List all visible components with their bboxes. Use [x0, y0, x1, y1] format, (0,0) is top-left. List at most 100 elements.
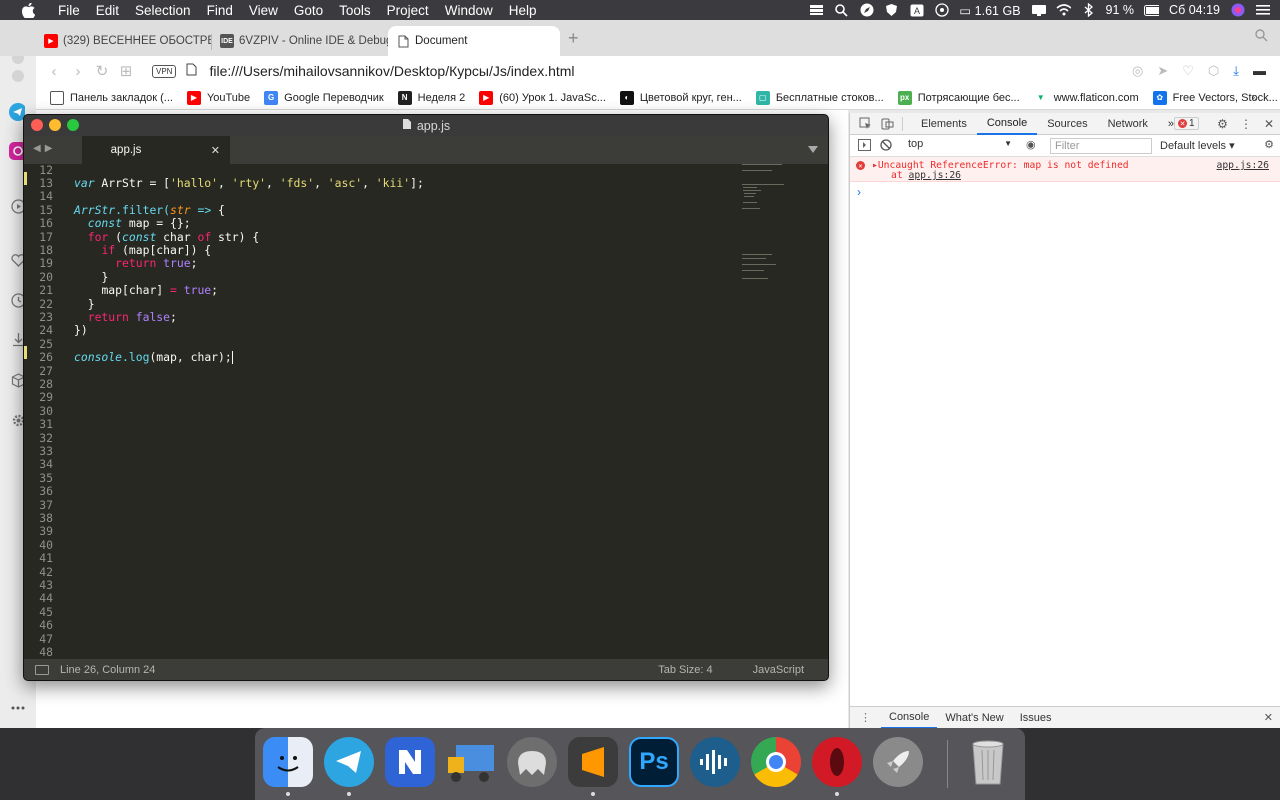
- close-drawer-icon[interactable]: ✕: [1264, 711, 1273, 724]
- bookmark-item[interactable]: N Неделя 2: [397, 90, 465, 105]
- url-field[interactable]: file:///Users/mihailovsannikov/Desktop/К…: [209, 63, 574, 79]
- menu-file[interactable]: File: [50, 3, 88, 18]
- syntax-selector[interactable]: JavaScript: [753, 664, 804, 676]
- menu-selection[interactable]: Selection: [127, 3, 199, 18]
- battery-saver-icon[interactable]: ▬: [1253, 63, 1266, 79]
- notion-icon[interactable]: [385, 737, 435, 787]
- photoshop-icon[interactable]: Ps: [629, 737, 679, 787]
- wifi-icon[interactable]: [1056, 4, 1071, 17]
- display-icon[interactable]: [1031, 4, 1046, 17]
- devtools-tab-network[interactable]: Network: [1098, 113, 1158, 135]
- error-source-link[interactable]: app.js:26: [1217, 160, 1270, 171]
- kebab-menu-icon[interactable]: ⋮: [1240, 117, 1252, 131]
- drawer-tab-issues[interactable]: Issues: [1012, 712, 1060, 724]
- devtools-tab-console[interactable]: Console: [976, 113, 1038, 135]
- battery-icon[interactable]: [1144, 4, 1160, 17]
- shield-icon[interactable]: [884, 4, 899, 17]
- devtools-tab-sources[interactable]: Sources: [1037, 113, 1097, 135]
- drawer-tab-whats-new[interactable]: What's New: [937, 712, 1011, 724]
- console-filter-input[interactable]: Filter: [1050, 138, 1152, 154]
- code-editor[interactable]: 12 13 14 15 16 17 18 19 20 21 22 23 24 25 26 27 28 29 30 31…: [24, 164, 828, 660]
- bluetooth-icon[interactable]: [1081, 3, 1096, 17]
- finder-icon[interactable]: [263, 737, 313, 796]
- bookmark-item[interactable]: Панель закладок (...: [50, 90, 173, 105]
- window-dot-icon[interactable]: [10, 68, 26, 84]
- cube-icon[interactable]: ⬡: [1208, 63, 1219, 79]
- menu-tools[interactable]: Tools: [331, 3, 379, 18]
- bookmarks-more-button[interactable]: »: [1251, 90, 1258, 104]
- reload-icon[interactable]: ↻: [90, 59, 114, 83]
- sublime-text-icon[interactable]: [568, 737, 618, 796]
- browser-tab-ide[interactable]: IDE 6VZPIV - Online IDE & Debugg: [212, 26, 388, 56]
- sidebar-toggle-icon[interactable]: [858, 139, 871, 154]
- sequel-pro-icon[interactable]: [507, 737, 557, 787]
- trash-icon[interactable]: [963, 737, 1013, 787]
- forward-arrow-icon[interactable]: ›: [66, 59, 90, 83]
- menu-window[interactable]: Window: [437, 3, 501, 18]
- close-tab-icon[interactable]: ✕: [211, 144, 220, 157]
- rocket-icon[interactable]: [873, 737, 923, 787]
- settings-gear-icon[interactable]: ⚙: [1217, 117, 1228, 131]
- browser-tab-youtube[interactable]: ▶ (329) ВЕСЕННЕЕ ОБОСТРЕНИ: [36, 26, 212, 56]
- download-icon[interactable]: ⤓: [1233, 63, 1239, 79]
- bookmark-item[interactable]: ▶ (60) Урок 1. JavaSc...: [479, 90, 606, 105]
- menu-edit[interactable]: Edit: [88, 3, 127, 18]
- bookmark-item[interactable]: ▼ www.flaticon.com: [1033, 90, 1139, 105]
- new-tab-button[interactable]: +: [568, 28, 579, 49]
- audio-app-icon[interactable]: [690, 737, 740, 787]
- bookmark-item[interactable]: ◐ Цветовой круг, ген...: [619, 90, 742, 105]
- error-count-badge[interactable]: ✕ 1: [1174, 117, 1199, 130]
- drawer-tab-console[interactable]: Console: [881, 707, 938, 729]
- vpn-badge[interactable]: VPN: [152, 64, 177, 78]
- send-icon[interactable]: ➤: [1157, 63, 1168, 79]
- bookmark-item[interactable]: ▢ Бесплатные стоков...: [755, 90, 884, 105]
- close-window-button[interactable]: [31, 119, 43, 131]
- bookmark-item[interactable]: ✿ Free Vectors, Stock...: [1152, 90, 1278, 105]
- memory-indicator[interactable]: ▭ 1.61 GB: [959, 3, 1020, 18]
- menu-find[interactable]: Find: [199, 3, 241, 18]
- log-levels-dropdown[interactable]: Default levels ▾: [1160, 139, 1235, 152]
- bookmark-item[interactable]: G Google Переводчик: [264, 90, 384, 105]
- compass-icon[interactable]: [859, 3, 874, 17]
- opera-icon[interactable]: [812, 737, 862, 796]
- console-prompt[interactable]: ›: [857, 185, 861, 199]
- close-devtools-icon[interactable]: ✕: [1264, 117, 1274, 131]
- console-settings-icon[interactable]: ⚙: [1264, 138, 1274, 151]
- browser-tab-document[interactable]: Document: [388, 26, 560, 56]
- menu-goto[interactable]: Goto: [286, 3, 331, 18]
- spotlight-search-icon[interactable]: [834, 3, 849, 17]
- menu-help[interactable]: Help: [501, 3, 545, 18]
- devtools-tab-elements[interactable]: Elements: [911, 113, 977, 135]
- more-dots-icon[interactable]: [10, 700, 26, 716]
- heart-icon[interactable]: ♡: [1182, 63, 1194, 79]
- transmit-icon[interactable]: [446, 737, 496, 787]
- siri-icon[interactable]: [1230, 3, 1245, 17]
- telegram-icon[interactable]: [324, 737, 374, 796]
- battery-percent[interactable]: 91 %: [1106, 3, 1135, 17]
- back-arrow-icon[interactable]: ‹: [42, 59, 66, 83]
- zoom-window-button[interactable]: [67, 119, 79, 131]
- tab-grid-icon[interactable]: ⊞: [114, 59, 138, 83]
- clear-console-icon[interactable]: [880, 139, 892, 154]
- stack-link[interactable]: app.js:26: [909, 170, 962, 181]
- live-expression-eye-icon[interactable]: ◉: [1026, 138, 1036, 151]
- inspect-element-icon[interactable]: [858, 117, 872, 131]
- editor-tab-app-js[interactable]: app.js ✕: [82, 136, 230, 164]
- notification-center-icon[interactable]: [1255, 4, 1270, 17]
- stack-icon[interactable]: [809, 4, 824, 17]
- camera-icon[interactable]: ◎: [1132, 63, 1143, 79]
- bookmark-item[interactable]: ▶ YouTube: [186, 90, 250, 105]
- menu-view[interactable]: View: [241, 3, 286, 18]
- keyboard-input-icon[interactable]: A: [909, 4, 924, 17]
- console-error-message[interactable]: ✕ ▸Uncaught ReferenceError: map is not d…: [850, 157, 1280, 182]
- chrome-icon[interactable]: [751, 737, 801, 787]
- tab-dropdown-icon[interactable]: [808, 146, 818, 153]
- drawer-menu-icon[interactable]: ⋮: [860, 711, 871, 724]
- minimap[interactable]: [740, 164, 800, 284]
- search-tabs-icon[interactable]: [1255, 29, 1268, 45]
- device-toolbar-icon[interactable]: [880, 117, 894, 131]
- js-context-select[interactable]: top ▼: [908, 138, 1012, 154]
- bookmark-item[interactable]: px Потрясающие бес...: [897, 90, 1020, 105]
- activity-monitor-icon[interactable]: [934, 3, 949, 17]
- menu-project[interactable]: Project: [379, 3, 437, 18]
